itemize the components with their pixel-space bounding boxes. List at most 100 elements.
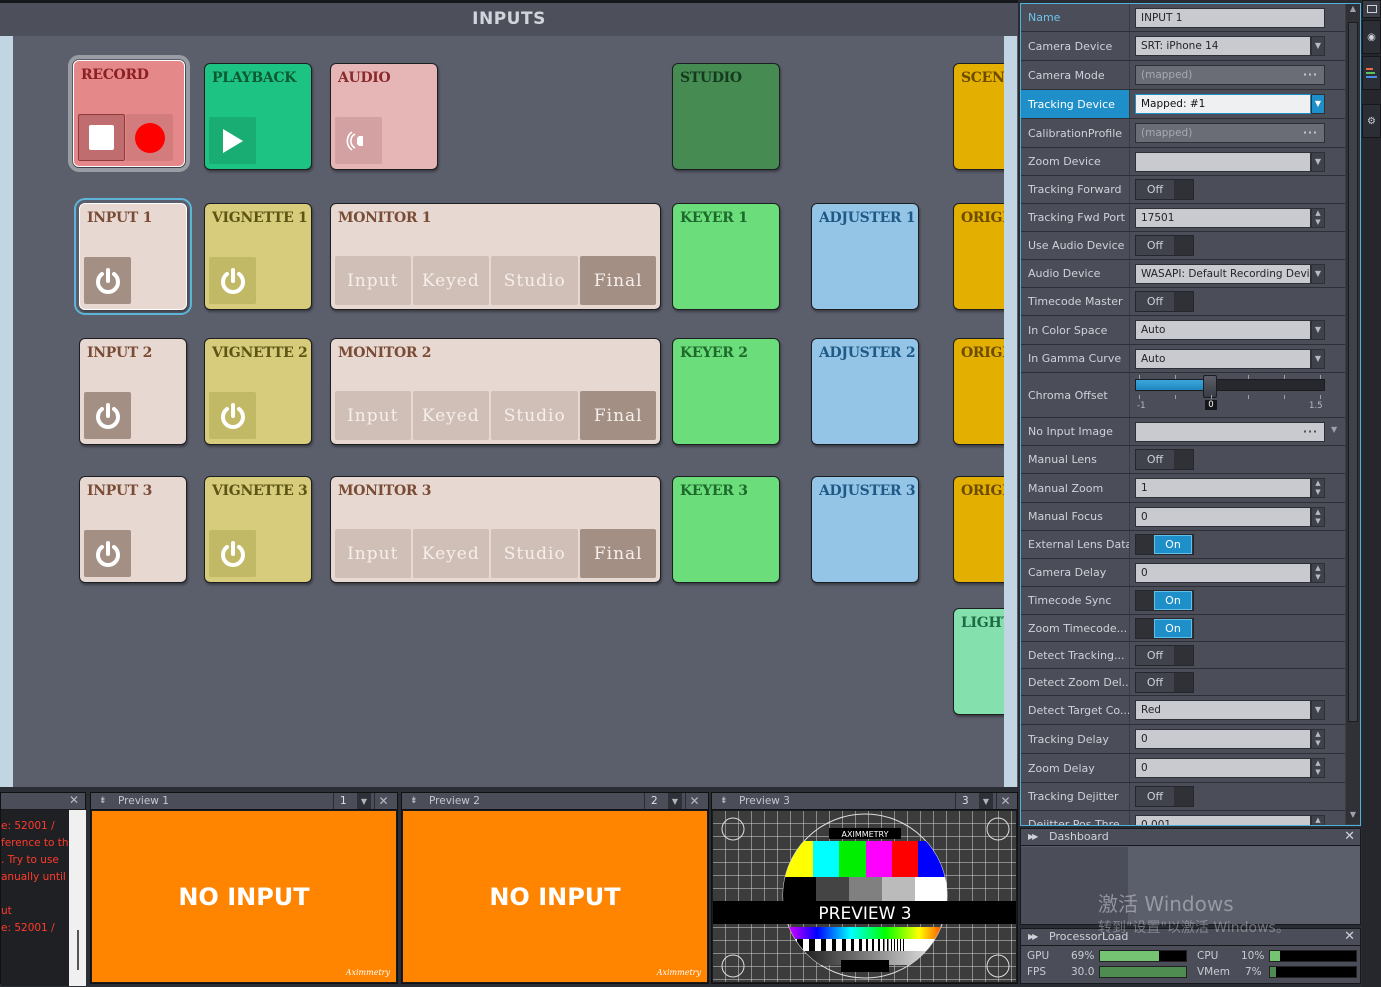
- chevron-down-icon[interactable]: ▼: [1311, 94, 1325, 114]
- right-scroll-strip[interactable]: [1004, 36, 1017, 790]
- side-tab-settings[interactable]: ⚙: [1362, 104, 1381, 138]
- property-dropdown[interactable]: WASAPI: Default Recording Devi: [1135, 264, 1311, 284]
- tile-audio[interactable]: AUDIO: [330, 63, 438, 170]
- side-tab-preview[interactable]: ◉: [1362, 20, 1381, 54]
- number-input[interactable]: 0: [1135, 729, 1311, 749]
- chevron-down-icon[interactable]: ▼: [1311, 349, 1325, 369]
- tile-keyer-1[interactable]: KEYER 1: [672, 203, 780, 310]
- chevron-down-icon[interactable]: ▼: [357, 793, 371, 809]
- monitor-keyed-button[interactable]: Keyed: [412, 256, 490, 305]
- power-button[interactable]: [84, 530, 131, 577]
- chevron-down-icon[interactable]: ▼: [1311, 700, 1325, 720]
- scroll-thumb[interactable]: [1348, 22, 1358, 722]
- monitor-input-button[interactable]: Input: [335, 391, 411, 440]
- spinner-arrows-icon[interactable]: ▲▼: [1311, 478, 1325, 498]
- toggle-switch[interactable]: Off: [1135, 179, 1194, 200]
- start-record-button[interactable]: [126, 114, 173, 161]
- tile-studio[interactable]: STUDIO: [672, 63, 780, 170]
- toggle-switch[interactable]: Off: [1135, 645, 1194, 666]
- tile-adjuster-3[interactable]: ADJUSTER 3: [811, 476, 919, 583]
- property-label[interactable]: Name: [1021, 4, 1130, 31]
- property-dropdown[interactable]: SRT: iPhone 14: [1135, 36, 1311, 56]
- monitor-studio-button[interactable]: Studio: [491, 529, 579, 578]
- tile-origin-3[interactable]: ORIGIN: [953, 476, 1004, 583]
- tile-vignette-3[interactable]: VIGNETTE 3: [204, 476, 312, 583]
- pin-icon[interactable]: ⇟: [99, 793, 107, 810]
- tile-origin-2[interactable]: ORIGIN: [953, 338, 1004, 445]
- tile-monitor-2[interactable]: MONITOR 2 Input Keyed Studio Final: [330, 338, 661, 445]
- property-label[interactable]: Tracking Forward: [1021, 176, 1130, 203]
- property-dropdown[interactable]: Auto: [1135, 320, 1311, 340]
- tile-monitor-1[interactable]: MONITOR 1 Input Keyed Studio Final: [330, 203, 661, 310]
- property-label[interactable]: In Color Space: [1021, 316, 1130, 344]
- number-input[interactable]: 0: [1135, 563, 1311, 583]
- pin-icon[interactable]: ⇟: [410, 793, 418, 810]
- file-picker[interactable]: ···: [1135, 422, 1325, 442]
- chevron-down-icon[interactable]: ▼: [1331, 425, 1337, 434]
- scroll-down-arrow[interactable]: ▼: [1346, 810, 1360, 824]
- property-label[interactable]: Tracking Fwd Port: [1021, 204, 1130, 231]
- preview-channel[interactable]: 1: [333, 793, 357, 809]
- property-label[interactable]: Camera Delay: [1021, 559, 1130, 586]
- chroma-offset-slider[interactable]: [1135, 379, 1325, 391]
- toggle-switch[interactable]: Off: [1135, 672, 1194, 693]
- monitor-final-button[interactable]: Final: [580, 391, 656, 440]
- readonly-field[interactable]: (mapped) ···: [1135, 65, 1325, 85]
- left-scroll-strip[interactable]: [0, 36, 13, 790]
- readonly-field[interactable]: (mapped) ···: [1135, 123, 1325, 143]
- property-label[interactable]: Audio Device: [1021, 260, 1130, 287]
- preview-channel[interactable]: 3: [955, 793, 979, 809]
- toggle-switch[interactable]: Off: [1135, 786, 1194, 807]
- tile-input-3[interactable]: INPUT 3: [79, 476, 187, 583]
- property-label[interactable]: Zoom Timecode...: [1021, 615, 1130, 641]
- name-input[interactable]: INPUT 1: [1135, 8, 1325, 28]
- monitor-input-button[interactable]: Input: [335, 256, 411, 305]
- log-scrollbar[interactable]: [69, 810, 86, 986]
- toggle-switch[interactable]: On: [1135, 618, 1194, 639]
- tile-light[interactable]: LIGHT: [953, 608, 1004, 715]
- expand-icon[interactable]: ▶▶: [1028, 929, 1038, 945]
- close-icon[interactable]: ✕: [374, 793, 392, 809]
- close-icon[interactable]: ✕: [69, 793, 79, 807]
- property-label[interactable]: No Input Image: [1021, 418, 1130, 445]
- monitor-studio-button[interactable]: Studio: [491, 391, 579, 440]
- tile-keyer-2[interactable]: KEYER 2: [672, 338, 780, 445]
- property-dropdown[interactable]: Red: [1135, 700, 1311, 720]
- preview-channel[interactable]: 2: [644, 793, 668, 809]
- property-label[interactable]: CalibrationProfile: [1021, 119, 1130, 147]
- property-label[interactable]: In Gamma Curve: [1021, 345, 1130, 372]
- property-label[interactable]: Timecode Master: [1021, 288, 1130, 315]
- toggle-switch[interactable]: Off: [1135, 291, 1194, 312]
- stop-record-button[interactable]: [78, 114, 125, 161]
- property-dropdown[interactable]: Mapped: #1: [1135, 94, 1311, 114]
- monitor-final-button[interactable]: Final: [580, 529, 656, 578]
- tile-origin-1[interactable]: ORIGIN: [953, 203, 1004, 310]
- chevron-down-icon[interactable]: ▼: [979, 793, 993, 809]
- power-button[interactable]: [209, 392, 256, 439]
- spinner-arrows-icon[interactable]: ▲▼: [1311, 815, 1325, 825]
- power-button[interactable]: [84, 392, 131, 439]
- monitor-input-button[interactable]: Input: [335, 529, 411, 578]
- power-button[interactable]: [209, 257, 256, 304]
- pin-icon[interactable]: ⇟: [720, 793, 728, 810]
- toggle-switch[interactable]: Off: [1135, 235, 1194, 256]
- property-label[interactable]: Tracking Dejitter: [1021, 783, 1130, 810]
- side-tab-layers[interactable]: [1362, 56, 1381, 90]
- tile-vignette-2[interactable]: VIGNETTE 2: [204, 338, 312, 445]
- property-label[interactable]: Manual Focus: [1021, 503, 1130, 530]
- property-label[interactable]: Tracking Device: [1021, 90, 1130, 118]
- tile-input-1[interactable]: INPUT 1: [74, 198, 192, 315]
- power-button[interactable]: [84, 257, 131, 304]
- monitor-keyed-button[interactable]: Keyed: [412, 391, 490, 440]
- property-label[interactable]: Detect Target Co...: [1021, 696, 1130, 724]
- tile-playback[interactable]: PLAYBACK: [204, 63, 312, 170]
- spinner-arrows-icon[interactable]: ▲▼: [1311, 729, 1325, 749]
- property-label[interactable]: Camera Mode: [1021, 61, 1130, 89]
- toggle-switch[interactable]: On: [1135, 590, 1194, 611]
- scroll-up-arrow[interactable]: ▲: [1346, 4, 1360, 18]
- property-label[interactable]: Timecode Sync: [1021, 587, 1130, 614]
- spinner-arrows-icon[interactable]: ▲▼: [1311, 208, 1325, 228]
- property-label[interactable]: Dejitter Pos Thre...: [1021, 811, 1130, 825]
- toggle-switch[interactable]: On: [1135, 534, 1194, 555]
- properties-scrollbar[interactable]: ▲ ▼: [1346, 4, 1360, 824]
